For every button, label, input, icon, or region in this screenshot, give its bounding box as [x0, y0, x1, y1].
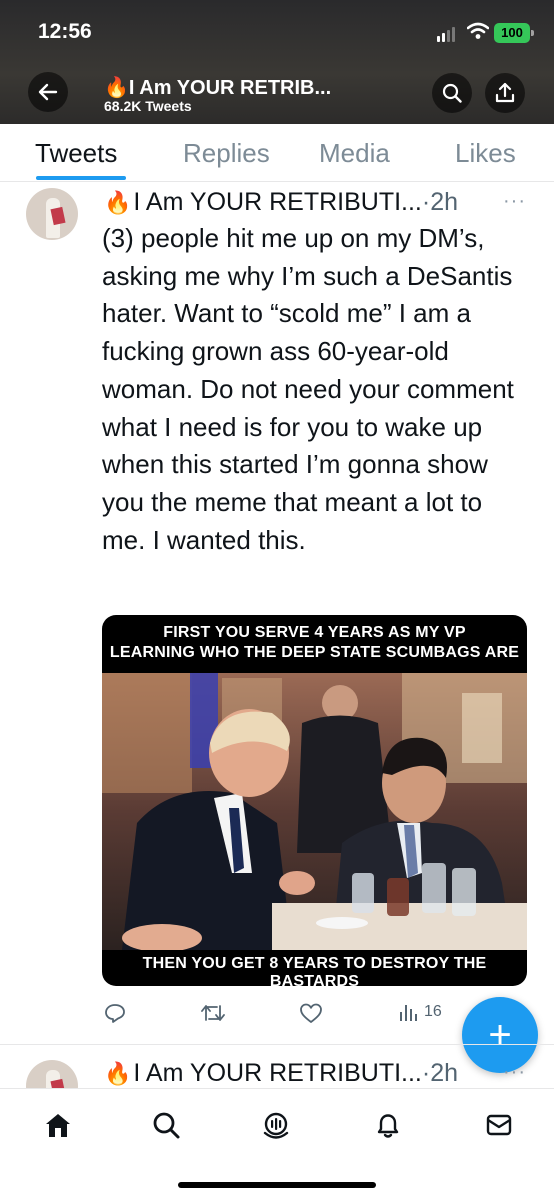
back-arrow-icon [38, 83, 58, 101]
tab-replies[interactable]: Replies [183, 138, 270, 169]
profile-tabs: Tweets Replies Media Likes [0, 124, 554, 182]
meme-bottom-caption: THEN YOU GET 8 YEARS TO DESTROY THE BAST… [142, 955, 487, 986]
signal-icon [437, 27, 455, 42]
meme-top-caption: FIRST YOU SERVE 4 YEARS AS MY VP LEARNIN… [102, 615, 527, 673]
tweet-author-line[interactable]: 🔥I Am YOUR RETRIBUTI...·2h [104, 1059, 458, 1088]
battery-indicator: 100 [494, 23, 534, 43]
share-button[interactable] [485, 73, 525, 113]
like-icon [300, 1003, 322, 1023]
search-icon [442, 83, 462, 103]
wifi-icon [466, 22, 490, 45]
tab-likes[interactable]: Likes [455, 138, 516, 169]
author-name[interactable]: I Am YOUR RETRIBUTI... [133, 188, 421, 216]
fire-emoji: 🔥 [104, 190, 132, 215]
tweet-image[interactable]: FIRST YOU SERVE 4 YEARS AS MY VP LEARNIN… [102, 615, 527, 986]
tweet-author-line[interactable]: 🔥I Am YOUR RETRIBUTI...·2h [104, 188, 458, 217]
active-tab-indicator [36, 176, 126, 180]
tweet-time: ·2h [421, 188, 459, 216]
retweet-icon [201, 1005, 225, 1021]
more-options-icon[interactable]: ··· [503, 190, 526, 213]
search-icon[interactable] [150, 1109, 182, 1141]
profile-header: 12:56 100 🔥I Am YOUR RETRIB... 68.2K Twe… [0, 0, 554, 124]
fire-emoji: 🔥 [104, 1061, 132, 1086]
fire-emoji: 🔥 [104, 77, 129, 99]
reply-button[interactable] [104, 1002, 126, 1024]
like-button[interactable] [299, 1002, 323, 1024]
reply-icon [105, 1004, 125, 1023]
meme-caption-line: LEARNING WHO THE DEEP STATE SCUMBAGS ARE [109, 644, 520, 661]
status-time: 12:56 [38, 20, 92, 43]
avatar[interactable] [26, 1060, 78, 1088]
tweet-time: ·2h [421, 1059, 459, 1087]
tweet-count: 68.2K Tweets [104, 98, 192, 114]
more-options-icon[interactable]: ··· [503, 1061, 526, 1084]
profile-title: 🔥I Am YOUR RETRIB... [104, 75, 331, 100]
profile-name: I Am YOUR RETRIB... [128, 77, 332, 99]
author-name[interactable]: I Am YOUR RETRIBUTI... [133, 1059, 421, 1087]
meme-photo [102, 673, 527, 950]
tweet-text: (3) people hit me up on my DM’s, asking … [102, 223, 514, 555]
messages-icon[interactable] [483, 1109, 515, 1141]
back-button[interactable] [28, 72, 68, 112]
tweet-2[interactable]: 🔥I Am YOUR RETRIBUTI...·2h ··· [0, 1045, 554, 1088]
home-indicator [178, 1182, 376, 1188]
spaces-icon[interactable] [260, 1109, 292, 1141]
search-button[interactable] [432, 73, 472, 113]
tab-tweets[interactable]: Tweets [35, 138, 117, 169]
views-button[interactable]: 16 [398, 1002, 442, 1022]
tab-media[interactable]: Media [319, 138, 390, 169]
home-icon[interactable] [42, 1109, 74, 1141]
notifications-icon[interactable] [372, 1109, 404, 1141]
avatar[interactable] [26, 188, 78, 240]
views-icon [400, 1005, 417, 1021]
share-icon [495, 82, 515, 103]
meme-caption-line: FIRST YOU SERVE 4 YEARS AS MY VP [163, 624, 466, 641]
views-count: 16 [424, 1003, 442, 1020]
retweet-button[interactable] [200, 1002, 226, 1024]
